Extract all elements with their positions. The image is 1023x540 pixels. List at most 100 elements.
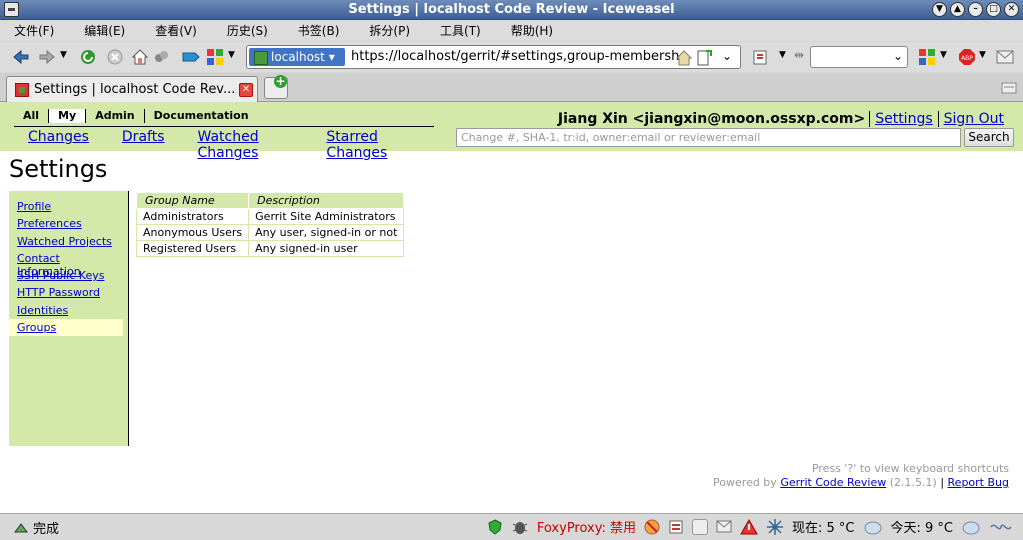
side-item-groups[interactable]: Groups xyxy=(9,319,123,337)
tab-title: Settings | localhost Code Rev... xyxy=(34,82,236,97)
google-toolbar-dropdown-icon[interactable]: ▼ xyxy=(940,50,947,60)
arrow-up-icon[interactable]: ▲ xyxy=(950,2,965,17)
network-icon[interactable] xyxy=(766,518,784,536)
side-item-preferences[interactable]: Preferences xyxy=(9,215,128,232)
home-icon[interactable] xyxy=(131,48,149,66)
link-starred-changes[interactable]: Starred Changes xyxy=(326,129,415,161)
footer-separator: | xyxy=(940,476,945,489)
group-name-cell: Administrators xyxy=(135,208,250,225)
google-toolbar-icon[interactable] xyxy=(918,48,936,66)
tab-settings[interactable]: Settings | localhost Code Rev... ✕ xyxy=(6,76,258,102)
forward-icon[interactable] xyxy=(38,49,56,65)
status-left: 完成 xyxy=(13,518,59,537)
warning-icon[interactable] xyxy=(740,518,758,535)
url-bar[interactable]: localhost ▾ https://localhost/gerrit/#se… xyxy=(246,45,741,69)
cloud-icon xyxy=(864,521,881,534)
side-item-identities[interactable]: Identities xyxy=(9,302,128,319)
page-title: Settings xyxy=(9,155,108,183)
tab-bar: Settings | localhost Code Rev... ✕ xyxy=(0,73,1023,102)
history-dropdown-icon[interactable]: ▼ xyxy=(60,50,67,60)
link-watched-changes[interactable]: Watched Changes xyxy=(198,129,294,161)
link-drafts[interactable]: Drafts xyxy=(122,129,165,161)
menu-my[interactable]: My xyxy=(49,109,87,123)
gerrit-code-review-link[interactable]: Gerrit Code Review xyxy=(780,476,886,489)
menu-documentation[interactable]: Documentation xyxy=(145,109,258,123)
url-dropdown-icon[interactable]: ⌄ xyxy=(722,49,732,63)
user-name: Jiang Xin <jiangxin@moon.ossxp.com> xyxy=(558,111,871,127)
arrow-down-icon[interactable]: ▼ xyxy=(932,2,947,17)
search-engine-box[interactable]: ⌄ xyxy=(810,46,908,68)
side-item-http-password[interactable]: HTTP Password xyxy=(9,284,128,301)
close-icon[interactable]: ✕ xyxy=(1004,2,1019,17)
zotero-icon[interactable] xyxy=(668,519,684,535)
stop-icon[interactable] xyxy=(107,49,123,65)
menu-split[interactable]: 拆分(P) xyxy=(369,22,410,39)
settings-side-menu: Profile Preferences Watched Projects Con… xyxy=(9,191,129,446)
weather-today[interactable]: 今天: 9 °C xyxy=(891,517,954,536)
search-input[interactable]: Change #, SHA-1, tr:id, owner:email or r… xyxy=(456,128,961,147)
status-text: 完成 xyxy=(33,522,60,537)
block-icon[interactable] xyxy=(644,519,660,535)
menu-tools[interactable]: 工具(T) xyxy=(440,22,481,39)
site-identity-button[interactable]: localhost ▾ xyxy=(249,48,345,66)
menu-history[interactable]: 历史(S) xyxy=(227,22,268,39)
minimize-icon[interactable]: – xyxy=(968,2,983,17)
home-bookmark-icon[interactable] xyxy=(676,50,692,66)
adblock-icon[interactable]: ABP xyxy=(958,48,976,66)
status-right: FoxyProxy: 禁用 现在: 5 °C 今天: 9 °C xyxy=(487,517,1013,536)
weather-now[interactable]: 现在: 5 °C xyxy=(792,517,855,536)
reader-dropdown-icon[interactable]: ▼ xyxy=(779,50,786,60)
gerrit-header: All My Admin Documentation Changes Draft… xyxy=(0,102,1023,161)
menu-bookmarks[interactable]: 书签(B) xyxy=(298,22,340,39)
tab-list-icon[interactable] xyxy=(1001,81,1017,95)
new-tab-button[interactable] xyxy=(264,75,288,99)
bow-icon[interactable] xyxy=(989,520,1013,534)
firebug-icon[interactable] xyxy=(511,519,529,535)
search-dropdown-icon[interactable]: ⌄ xyxy=(893,49,903,63)
side-item-watched-projects[interactable]: Watched Projects xyxy=(9,233,128,250)
addon-icon[interactable] xyxy=(153,49,169,65)
reload-icon[interactable] xyxy=(79,48,97,66)
page-footer: Press '?' to view keyboard shortcuts Pow… xyxy=(713,462,1009,490)
foxyproxy-status[interactable]: FoxyProxy: 禁用 xyxy=(537,517,636,536)
url-text[interactable]: https://localhost/gerrit/#settings,group… xyxy=(351,49,679,64)
back-icon[interactable] xyxy=(12,49,30,65)
google-dropdown-icon[interactable]: ▼ xyxy=(228,50,235,60)
groups-table: Group Name Description Administrators Ge… xyxy=(135,192,405,257)
keyboard-shortcuts-hint: Press '?' to view keyboard shortcuts xyxy=(811,462,1009,475)
mail-icon[interactable] xyxy=(996,50,1014,64)
bookmark-add-icon[interactable] xyxy=(696,49,712,67)
side-item-profile[interactable]: Profile xyxy=(9,198,128,215)
maximize-icon[interactable]: □ xyxy=(986,2,1001,17)
search-button[interactable]: Search xyxy=(964,128,1014,147)
group-description-cell: Any user, signed-in or not xyxy=(248,224,405,241)
menu-all[interactable]: All xyxy=(14,109,50,123)
menu-view[interactable]: 查看(V) xyxy=(155,22,197,39)
shield-icon[interactable] xyxy=(487,518,503,535)
report-bug-link[interactable]: Report Bug xyxy=(948,476,1009,489)
sign-out-link[interactable]: Sign Out xyxy=(939,111,1009,127)
top-menu: All My Admin Documentation xyxy=(14,109,258,123)
menu-edit[interactable]: 编辑(E) xyxy=(84,22,125,39)
connection-icon xyxy=(14,522,28,532)
s-icon[interactable] xyxy=(692,518,708,535)
column-header-description: Description xyxy=(248,192,405,209)
menu-file[interactable]: 文件(F) xyxy=(14,22,54,39)
window-menu-icon[interactable] xyxy=(4,2,19,17)
menu-help[interactable]: 帮助(H) xyxy=(511,22,553,39)
resize-handle-icon[interactable]: ⇹ xyxy=(794,48,804,62)
google-icon[interactable] xyxy=(206,48,224,66)
tab-close-icon[interactable]: ✕ xyxy=(239,83,253,97)
window-titlebar: Settings | localhost Code Review - Icewe… xyxy=(0,0,1023,20)
menu-admin[interactable]: Admin xyxy=(86,109,145,123)
reader-icon[interactable] xyxy=(752,48,770,66)
version-label: (2.1.5.1) xyxy=(889,476,937,489)
side-item-contact-information[interactable]: Contact Information xyxy=(9,250,128,278)
page-content: All My Admin Documentation Changes Draft… xyxy=(0,102,1023,513)
adblock-dropdown-icon[interactable]: ▼ xyxy=(979,50,986,60)
nav-toolbar: ▼ ▼ localhost ▾ https://localhost/gerrit… xyxy=(0,42,1023,72)
side-item-ssh-public-keys[interactable]: SSH Public Keys xyxy=(9,267,128,284)
tag-icon[interactable] xyxy=(181,49,201,65)
mail-status-icon[interactable] xyxy=(716,520,732,534)
settings-link[interactable]: Settings xyxy=(870,111,939,127)
